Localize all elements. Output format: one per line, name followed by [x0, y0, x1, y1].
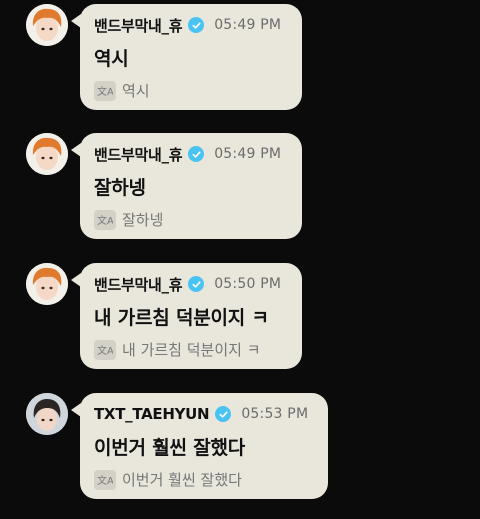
message-text: 이번거 훨씬 잘했다 — [94, 437, 246, 459]
avatar-dark-hair-image — [26, 393, 68, 435]
translate-icon: 文A — [94, 339, 116, 360]
translation-row[interactable]: 文A 잘하넹 — [94, 209, 288, 230]
sender-name: 밴드부막내_휴 — [94, 16, 183, 35]
sender-name: 밴드부막내_휴 — [94, 145, 183, 164]
avatar-orange-hair-image — [26, 4, 68, 46]
svg-text:文A: 文A — [97, 85, 113, 97]
verified-badge-icon — [215, 406, 232, 422]
message-bubble[interactable]: 밴드부막내_휴 05:49 PM 역시 文A 역시 — [71, 4, 302, 110]
timestamp: 05:53 PM — [241, 406, 309, 422]
translate-icon: 文A — [94, 80, 116, 101]
verified-badge-icon — [188, 17, 205, 33]
translation-row[interactable]: 文A 이번거 훨씬 잘했다 — [94, 469, 314, 490]
translation-text: 이번거 훨씬 잘했다 — [122, 471, 242, 489]
translation-text: 역시 — [122, 82, 150, 100]
translate-icon: 文A — [94, 469, 116, 490]
translation-text: 내 가르침 덕분이지 ㅋ — [122, 341, 261, 359]
translation-row[interactable]: 文A 내 가르침 덕분이지 ㅋ — [94, 339, 288, 360]
svg-text:文A: 文A — [97, 214, 113, 226]
translate-icon: 文A — [94, 209, 116, 230]
sender-name: TXT_TAEHYUN — [94, 405, 210, 423]
translation-row[interactable]: 文A 역시 — [94, 80, 288, 101]
avatar[interactable] — [26, 133, 68, 175]
avatar[interactable] — [26, 263, 68, 305]
timestamp: 05:50 PM — [214, 276, 282, 292]
svg-text:文A: 文A — [97, 344, 113, 356]
verified-badge-icon — [188, 276, 205, 292]
timestamp: 05:49 PM — [214, 17, 282, 33]
avatar-orange-hair-image — [26, 133, 68, 175]
translation-text: 잘하넹 — [122, 211, 164, 229]
svg-text:文A: 文A — [97, 474, 113, 486]
message-bubble[interactable]: TXT_TAEHYUN 05:53 PM 이번거 훨씬 잘했다 文A 이번거 훨… — [71, 393, 328, 499]
avatar[interactable] — [26, 393, 68, 435]
avatar-orange-hair-image — [26, 263, 68, 305]
message-text: 내 가르침 덕분이지 ㅋ — [94, 307, 269, 329]
verified-badge-icon — [188, 146, 205, 162]
message-bubble[interactable]: 밴드부막내_휴 05:49 PM 잘하넹 文A 잘하넹 — [71, 133, 302, 239]
message-text: 역시 — [94, 48, 129, 70]
avatar[interactable] — [26, 4, 68, 46]
message-text: 잘하넹 — [94, 177, 146, 199]
timestamp: 05:49 PM — [214, 146, 282, 162]
message-bubble[interactable]: 밴드부막내_휴 05:50 PM 내 가르침 덕분이지 ㅋ 文A 내 가르침 덕… — [71, 263, 302, 369]
sender-name: 밴드부막내_휴 — [94, 275, 183, 294]
